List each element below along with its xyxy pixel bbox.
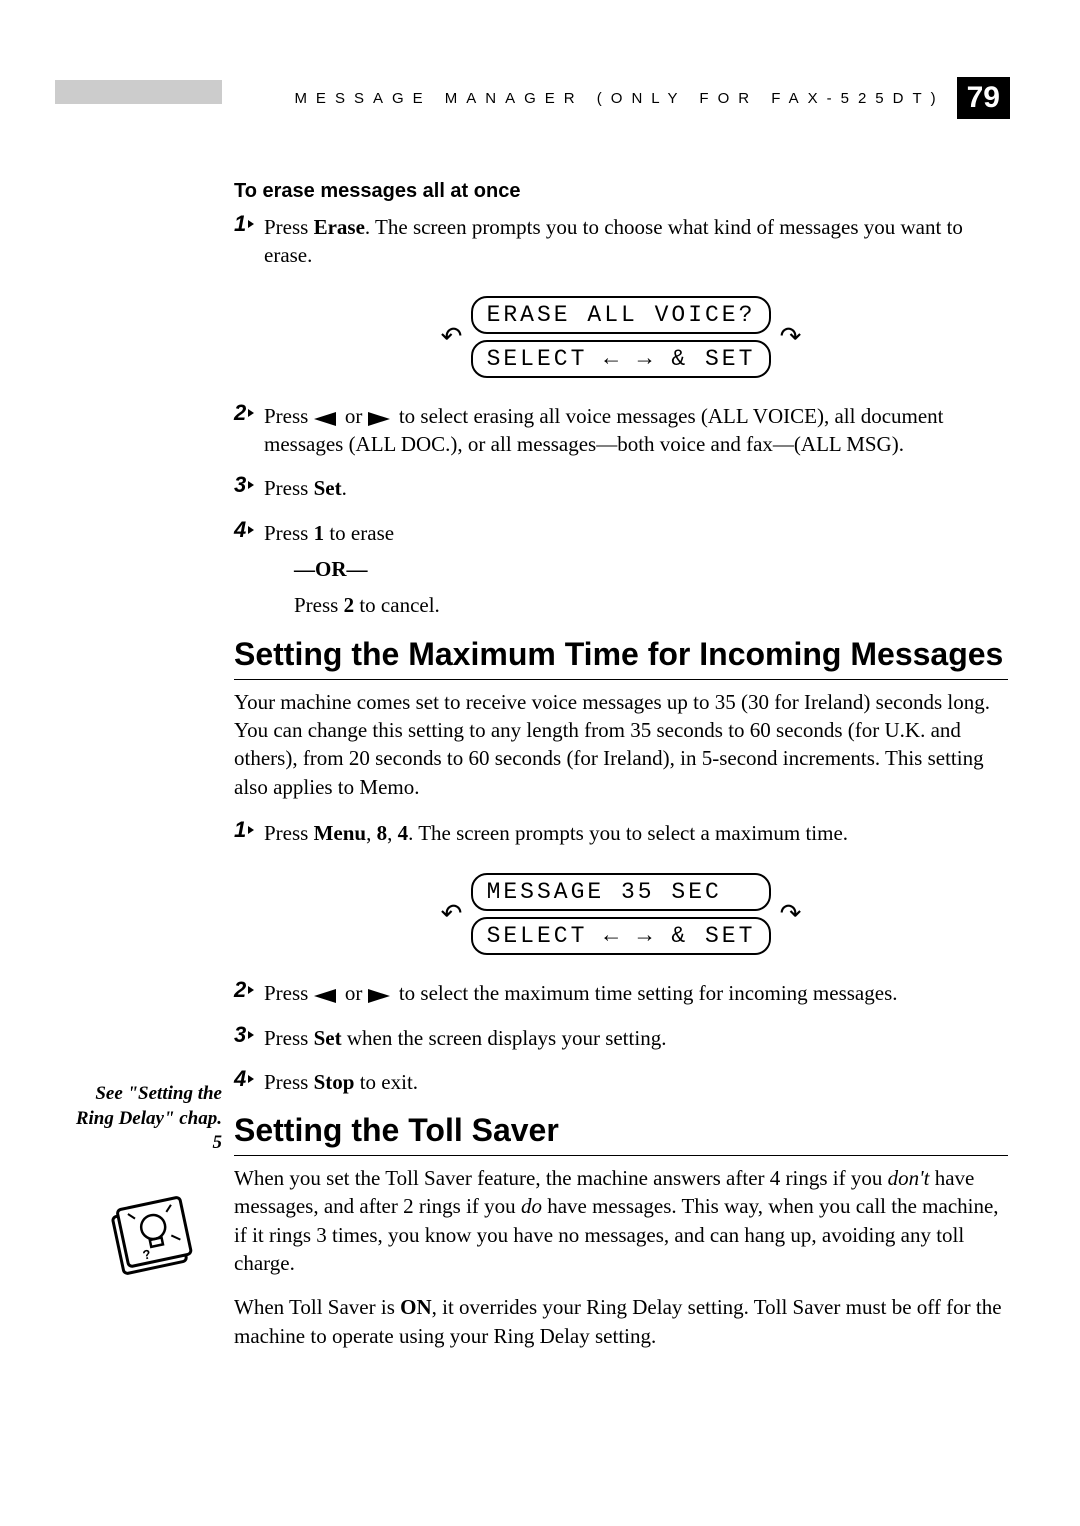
step-text: Press Set when the screen displays your … xyxy=(264,1024,666,1060)
step: 2 Press or to select erasing all voice m… xyxy=(234,402,1008,467)
step-number: 1 xyxy=(234,817,260,843)
step-number: 1 xyxy=(234,211,260,237)
right-arrow-key-icon xyxy=(368,989,394,1003)
t: Press xyxy=(264,215,314,239)
step: 1 Press Menu, 8, 4. The screen prompts y… xyxy=(234,819,1008,855)
t: Press xyxy=(264,981,314,1005)
lcd-line-2: SELECT ← → & SET xyxy=(471,340,772,378)
running-header: MESSAGE MANAGER (ONLY FOR FAX-525DT) 79 xyxy=(294,77,1010,119)
t: . The screen prompts you to choose what … xyxy=(264,215,963,267)
step-text: Press Stop to exit. xyxy=(264,1068,418,1104)
step: 2 Press or to select the maximum time se… xyxy=(234,979,1008,1015)
step-number: 3 xyxy=(234,472,260,498)
step-text: Press 1 to erase —OR— Press 2 to cancel. xyxy=(264,519,440,628)
margin-accent xyxy=(55,80,222,104)
t: . The screen prompts you to select a max… xyxy=(408,821,848,845)
t: or xyxy=(340,981,368,1005)
t: , xyxy=(366,821,377,845)
header-title: MESSAGE MANAGER (ONLY FOR FAX-525DT) xyxy=(294,90,944,107)
t: Press xyxy=(264,1070,314,1094)
t: , xyxy=(387,821,398,845)
lcd-display: ↶ MESSAGE 35 SEC SELECT ← → & SET ↷ xyxy=(234,867,1008,961)
step: 4 Press Stop to exit. xyxy=(234,1068,1008,1104)
t: Set xyxy=(314,1026,342,1050)
step-text: Press Set. xyxy=(264,474,347,510)
step-number: 2 xyxy=(234,977,260,1003)
t: ON xyxy=(400,1295,432,1319)
step: 3 Press Set when the screen displays you… xyxy=(234,1024,1008,1060)
step-number: 4 xyxy=(234,517,260,543)
step-text: Press Menu, 8, 4. The screen prompts you… xyxy=(264,819,848,855)
t: Press xyxy=(264,521,314,545)
heading-toll-saver: Setting the Toll Saver xyxy=(234,1112,1008,1156)
step: 1 Press Erase. The screen prompts you to… xyxy=(234,213,1008,278)
right-arrow-key-icon xyxy=(368,412,394,426)
t: Erase xyxy=(314,215,365,239)
step-text: Press Erase. The screen prompts you to c… xyxy=(264,213,1008,278)
t: Press xyxy=(294,593,344,617)
subheading-erase-all: To erase messages all at once xyxy=(234,180,1008,203)
tollsaver-p2: When Toll Saver is ON, it overrides your… xyxy=(234,1293,1008,1350)
cycle-arrow-right-icon: ↷ xyxy=(780,322,802,352)
page: MESSAGE MANAGER (ONLY FOR FAX-525DT) 79 … xyxy=(0,0,1080,1526)
or-separator: —OR— xyxy=(294,555,440,583)
main-content: To erase messages all at once 1 Press Er… xyxy=(234,180,1008,1366)
t: When you set the Toll Saver feature, the… xyxy=(234,1166,888,1190)
t: Menu xyxy=(314,821,367,845)
t: Press xyxy=(264,1026,314,1050)
step-text: Press or to select erasing all voice mes… xyxy=(264,402,1008,467)
lightbulb-hint-icon: ? xyxy=(100,1196,200,1286)
t: when the screen displays your setting. xyxy=(342,1026,667,1050)
crossref-sidebar: See "Setting the Ring Delay" chap. 5 xyxy=(64,1082,222,1156)
lcd-line-1: MESSAGE 35 SEC xyxy=(471,873,772,911)
heading-max-time: Setting the Maximum Time for Incoming Me… xyxy=(234,636,1008,680)
cycle-arrow-left-icon: ↶ xyxy=(441,322,463,352)
cycle-arrow-right-icon: ↷ xyxy=(780,899,802,929)
t: Press xyxy=(264,821,314,845)
step-text: Press or to select the maximum time sett… xyxy=(264,979,898,1015)
lcd-display: ↶ ERASE ALL VOICE? SELECT ← → & SET ↷ xyxy=(234,290,1008,384)
step: 4 Press 1 to erase —OR— Press 2 to cance… xyxy=(234,519,1008,628)
lcd-line-2: SELECT ← → & SET xyxy=(471,917,772,955)
tollsaver-p1: When you set the Toll Saver feature, the… xyxy=(234,1164,1008,1277)
t: 1 xyxy=(314,521,325,545)
t: 2 xyxy=(344,593,355,617)
t: or xyxy=(340,404,368,428)
step-number: 3 xyxy=(234,1022,260,1048)
t: 4 xyxy=(398,821,409,845)
t: . xyxy=(342,476,347,500)
page-number: 79 xyxy=(957,77,1010,119)
t: to cancel. xyxy=(354,593,440,617)
t: to exit. xyxy=(354,1070,418,1094)
t: 8 xyxy=(377,821,388,845)
lcd-line-1: ERASE ALL VOICE? xyxy=(471,296,772,334)
maxtime-body: Your machine comes set to receive voice … xyxy=(234,688,1008,801)
step-number: 2 xyxy=(234,400,260,426)
t: to erase xyxy=(324,521,394,545)
t: do xyxy=(521,1194,542,1218)
t: to select the maximum time setting for i… xyxy=(394,981,898,1005)
cycle-arrow-left-icon: ↶ xyxy=(441,899,463,929)
step-number: 4 xyxy=(234,1066,260,1092)
left-arrow-key-icon xyxy=(314,989,340,1003)
t: Press xyxy=(264,404,314,428)
t: When Toll Saver is xyxy=(234,1295,400,1319)
step: 3 Press Set. xyxy=(234,474,1008,510)
t: don't xyxy=(888,1166,930,1190)
t: Stop xyxy=(314,1070,355,1094)
t: Set xyxy=(314,476,342,500)
left-arrow-key-icon xyxy=(314,412,340,426)
t: Press xyxy=(264,476,314,500)
